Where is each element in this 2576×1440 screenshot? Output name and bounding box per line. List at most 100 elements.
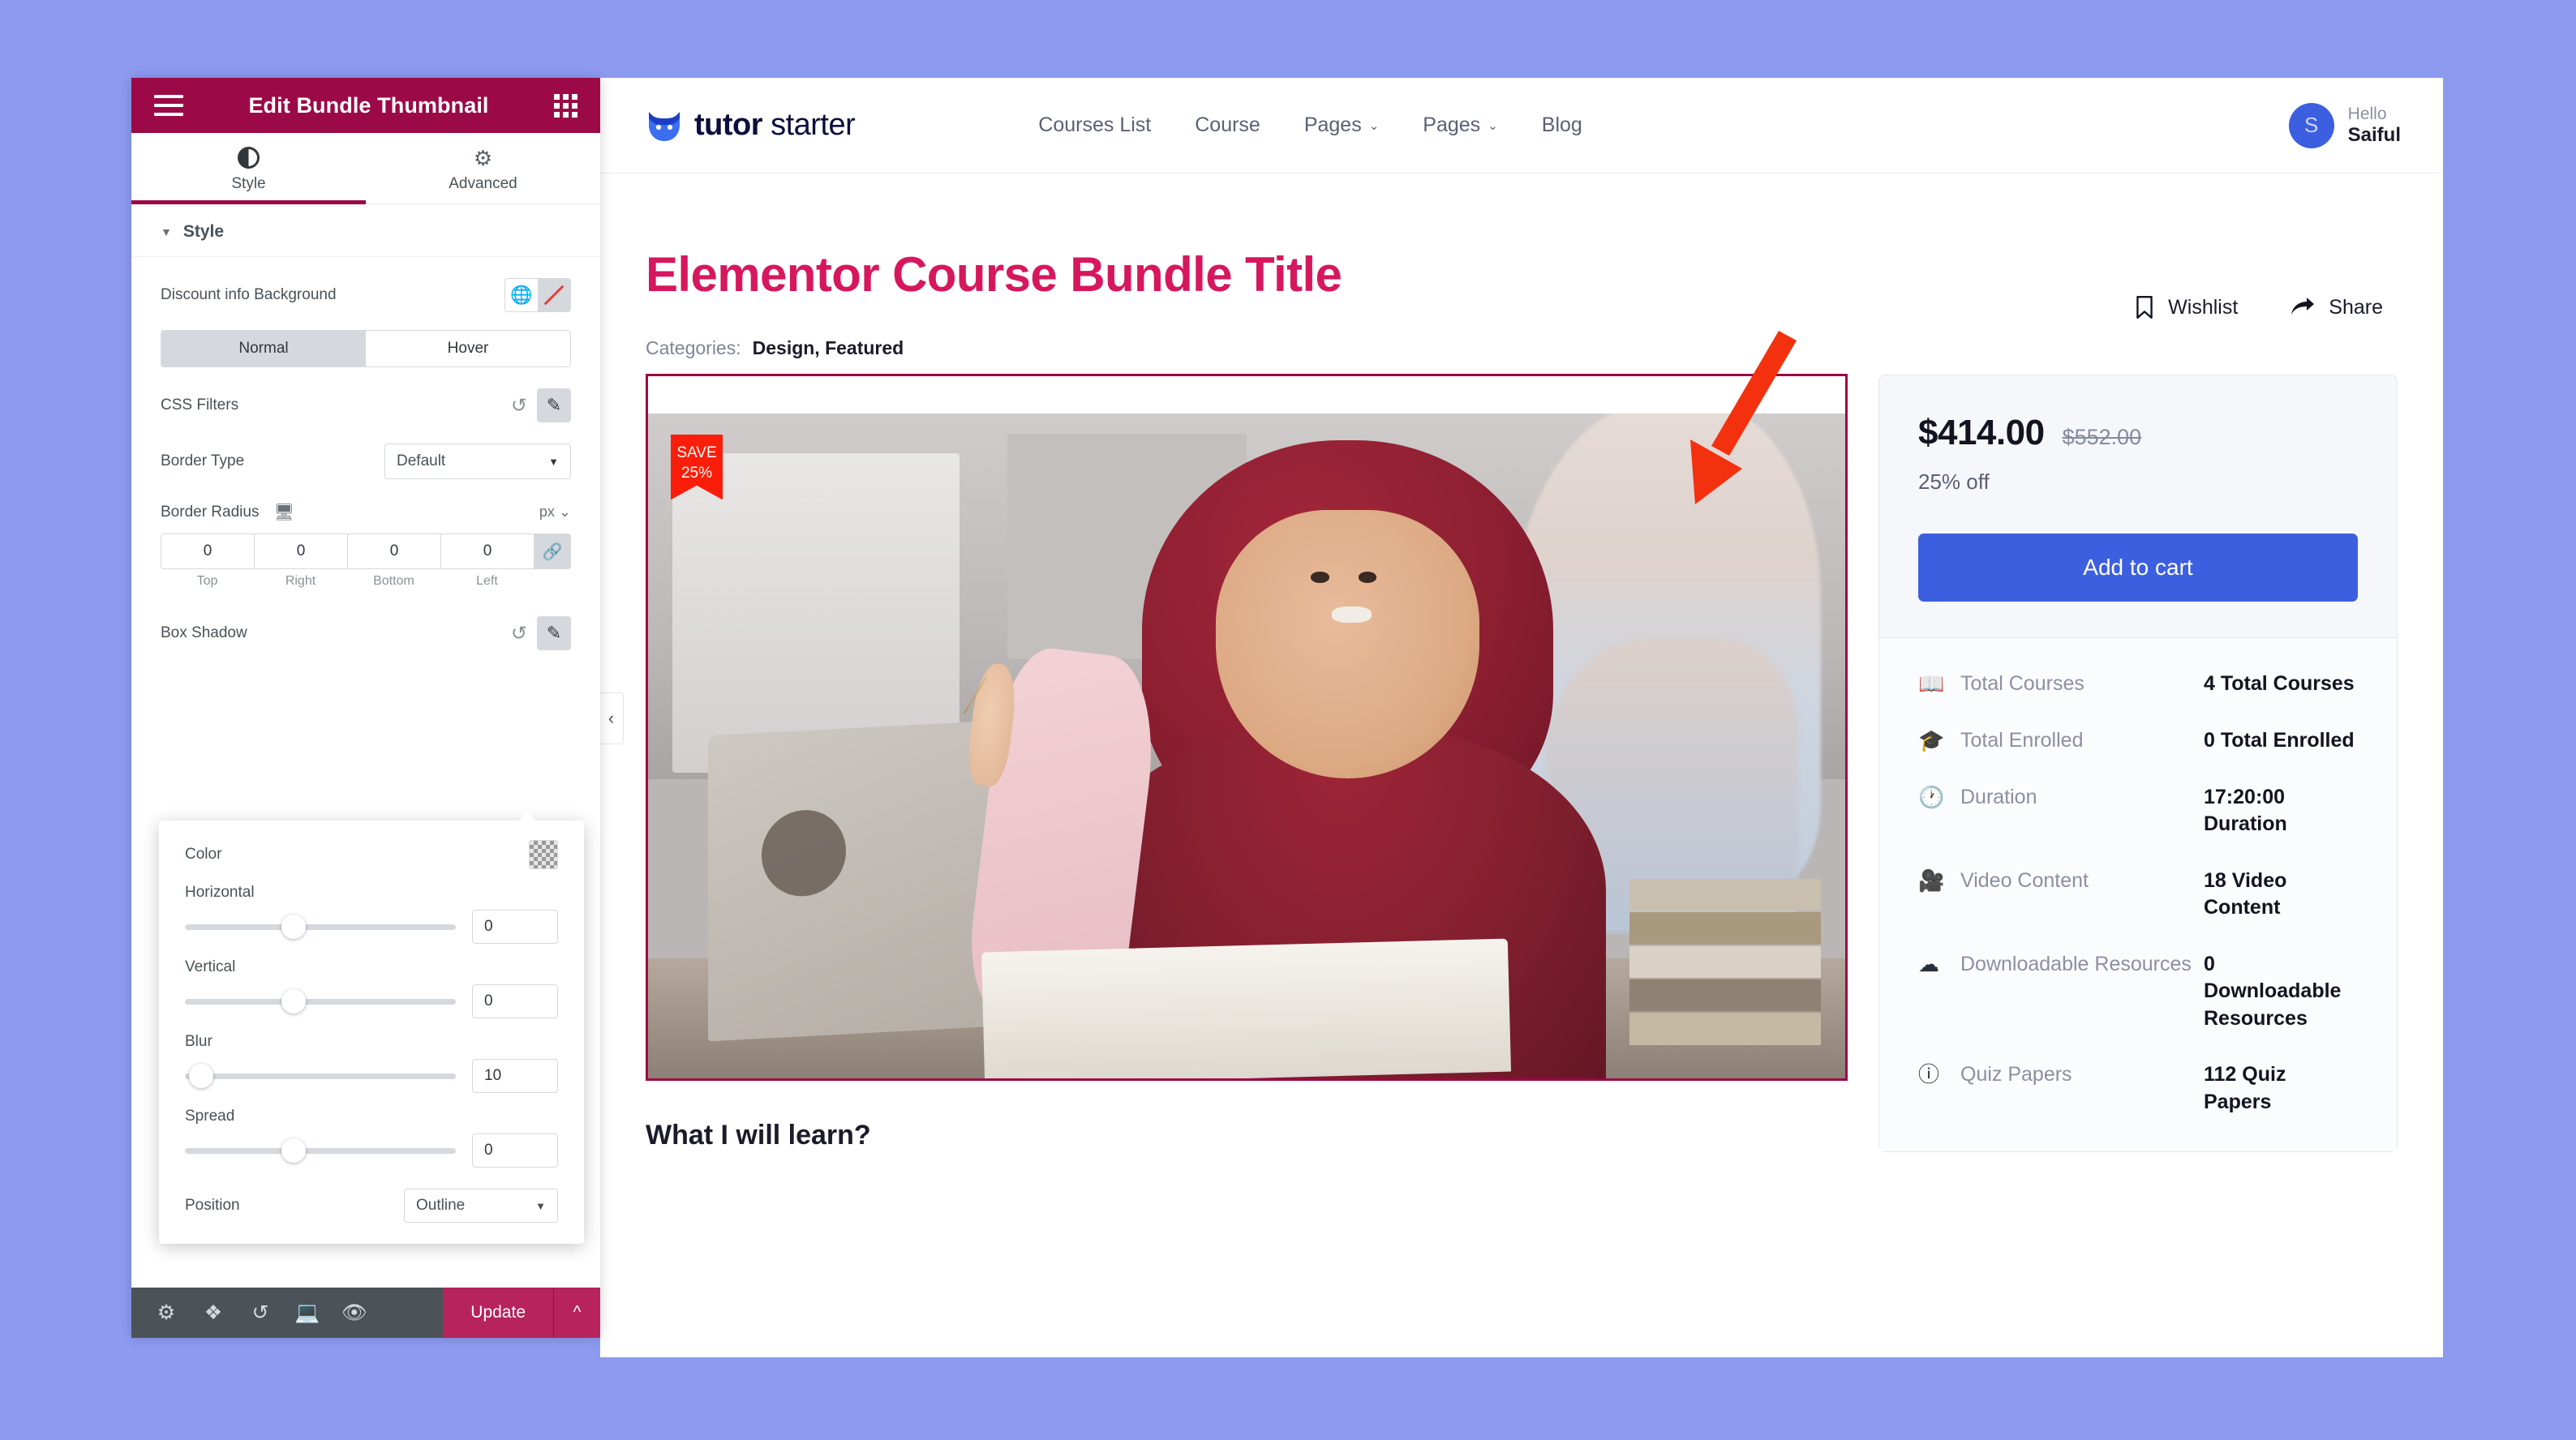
spread-input[interactable]: 0 xyxy=(472,1134,558,1168)
meta-row: 📖 Total Courses 4 Total Courses xyxy=(1918,671,2358,698)
history-icon[interactable]: ↺ xyxy=(237,1288,284,1338)
box-shadow-popover: Color Horizontal 0 Vertical 0 Blur 10 Sp… xyxy=(159,812,584,1244)
globe-icon[interactable]: 🌐 xyxy=(505,279,538,311)
spread-slider[interactable] xyxy=(185,1138,456,1163)
meta-key: Quiz Papers xyxy=(1960,1063,2072,1086)
label-left: Left xyxy=(476,574,498,588)
tab-hover[interactable]: Hover xyxy=(366,331,570,366)
tab-style[interactable]: Style xyxy=(131,133,366,204)
book-open-icon: 📖 xyxy=(1918,671,1945,696)
update-button[interactable]: Update xyxy=(443,1288,553,1338)
css-filters-row: CSS Filters ↺ ✎ xyxy=(131,388,600,422)
css-filters-edit-button[interactable]: ✎ xyxy=(537,388,571,422)
box-shadow-edit-button[interactable]: ✎ xyxy=(537,616,571,650)
layers-navigator-icon[interactable]: ❖ xyxy=(190,1288,237,1338)
horizontal-slider-block: Horizontal 0 xyxy=(185,884,558,944)
user-account-menu[interactable]: S Hello Saiful xyxy=(2288,102,2401,148)
question-circle-icon: ⓘ xyxy=(1918,1062,1940,1087)
blur-label: Blur xyxy=(185,1033,213,1050)
position-select[interactable]: Outline ▼ xyxy=(404,1189,558,1223)
update-options-caret-icon[interactable]: ^ xyxy=(553,1288,600,1338)
owl-logo-icon xyxy=(649,111,680,141)
label-right: Right xyxy=(285,574,316,588)
css-filters-label: CSS Filters xyxy=(161,396,239,414)
style-section-header[interactable]: ▼ Style xyxy=(131,204,600,257)
border-radius-row: Border Radius 🖥 px ⌄ xyxy=(131,502,600,522)
discount-bg-label: Discount info Background xyxy=(161,286,337,303)
reset-icon[interactable]: ↺ xyxy=(511,622,527,645)
panel-collapse-handle[interactable]: ‹ xyxy=(600,692,624,744)
blur-input[interactable]: 10 xyxy=(472,1059,558,1093)
style-section-title: Style xyxy=(182,222,225,241)
color-swatch-transparent[interactable] xyxy=(529,840,558,869)
blur-slider[interactable] xyxy=(185,1064,456,1088)
chevron-down-icon: ⌄ xyxy=(1488,118,1498,133)
nav-item-blog[interactable]: Blog xyxy=(1542,114,1582,137)
horizontal-input[interactable]: 0 xyxy=(472,910,558,944)
meta-row: 🎓 Total Enrolled 0 Total Enrolled xyxy=(1918,727,2358,755)
course-main-column: Elementor Course Bundle Title Categories… xyxy=(646,247,1848,1152)
panel-footer-icons: ⚙ ❖ ↺ 💻 👁 xyxy=(131,1288,443,1338)
pencil-icon: ✎ xyxy=(546,395,562,415)
nav-item-pages-2[interactable]: Pages ⌄ xyxy=(1423,114,1497,137)
panel-title: Edit Bundle Thumbnail xyxy=(248,92,489,118)
page-title: Elementor Course Bundle Title xyxy=(646,247,1342,302)
link-values-icon[interactable]: 🔗 xyxy=(534,534,571,569)
site-logo[interactable]: tutor starter xyxy=(646,107,856,144)
responsive-mode-icon[interactable]: 💻 xyxy=(284,1288,331,1338)
course-meta-list: 📖 Total Courses 4 Total Courses 🎓 Total … xyxy=(1879,638,2397,1152)
grid-apps-icon[interactable] xyxy=(554,93,577,118)
border-radius-bottom-input[interactable]: 0 xyxy=(347,534,440,569)
nav-item-course[interactable]: Course xyxy=(1195,114,1260,137)
label-top: Top xyxy=(196,574,218,588)
spread-slider-block: Spread 0 xyxy=(185,1108,558,1168)
categories-value[interactable]: Design, Featured xyxy=(753,337,904,359)
border-radius-left-input[interactable]: 0 xyxy=(440,534,534,569)
meta-value: 0 Total Enrolled xyxy=(2204,728,2355,752)
reset-icon[interactable]: ↺ xyxy=(511,394,527,418)
current-price: $414.00 xyxy=(1918,413,2045,452)
tab-advanced[interactable]: ⚙ Advanced xyxy=(366,133,600,204)
border-radius-right-input[interactable]: 0 xyxy=(254,534,347,569)
settings-gear-icon[interactable]: ⚙ xyxy=(143,1288,190,1338)
desktop-device-icon[interactable]: 🖥 xyxy=(273,502,294,522)
avatar: S xyxy=(2288,102,2334,148)
ribbon-line-2: 25% xyxy=(680,464,713,482)
box-shadow-label: Box Shadow xyxy=(161,624,247,641)
border-radius-top-input[interactable]: 0 xyxy=(161,534,254,569)
discount-text: 25% off xyxy=(1918,469,1990,494)
horizontal-slider[interactable] xyxy=(185,915,456,939)
shadow-color-label: Color xyxy=(185,846,222,863)
graduation-cap-icon: 🎓 xyxy=(1918,727,1945,752)
nav-item-courses-list[interactable]: Courses List xyxy=(1038,114,1151,137)
meta-value: 18 Video Content xyxy=(2204,868,2287,919)
add-to-cart-button[interactable]: Add to cart xyxy=(1918,534,2358,602)
panel-tabs: Style ⚙ Advanced xyxy=(131,133,600,204)
box-shadow-row: Box Shadow ↺ ✎ xyxy=(131,616,600,650)
tab-normal[interactable]: Normal xyxy=(161,331,366,366)
what-i-will-learn-heading: What I will learn? xyxy=(646,1120,871,1151)
panel-header: Edit Bundle Thumbnail xyxy=(131,78,600,133)
vertical-slider-block: Vertical 0 xyxy=(185,958,558,1018)
price-card: $414.00 $552.00 25% off Add to cart 📖 To… xyxy=(1878,375,2398,1153)
nav-item-pages-1[interactable]: Pages ⌄ xyxy=(1304,114,1379,137)
share-button[interactable]: Share xyxy=(2290,295,2383,319)
border-type-row: Border Type Default ▼ xyxy=(131,444,600,479)
wishlist-button[interactable]: Wishlist xyxy=(2134,295,2238,319)
course-photo xyxy=(648,414,1845,1078)
border-radius-unit-select[interactable]: px ⌄ xyxy=(539,504,571,521)
no-background-icon[interactable] xyxy=(538,279,570,311)
hamburger-menu-icon[interactable] xyxy=(154,95,183,116)
spread-label: Spread xyxy=(185,1108,235,1125)
vertical-slider[interactable] xyxy=(185,989,456,1014)
meta-row: ⓘ Quiz Papers 112 Quiz Papers xyxy=(1918,1061,2358,1116)
main-navigation: Courses List Course Pages ⌄ Pages ⌄ Blog xyxy=(1038,114,1582,137)
contrast-icon xyxy=(131,146,366,170)
preview-eye-icon[interactable]: 👁 xyxy=(331,1288,378,1338)
meta-key: Video Content xyxy=(1960,868,2089,892)
border-type-select[interactable]: Default ▼ xyxy=(384,444,571,479)
bundle-thumbnail-widget[interactable]: SAVE 25% xyxy=(646,374,1848,1081)
chevron-down-icon: ▼ xyxy=(535,1199,546,1212)
chevron-down-icon: ▼ xyxy=(161,225,172,238)
vertical-input[interactable]: 0 xyxy=(472,984,558,1018)
